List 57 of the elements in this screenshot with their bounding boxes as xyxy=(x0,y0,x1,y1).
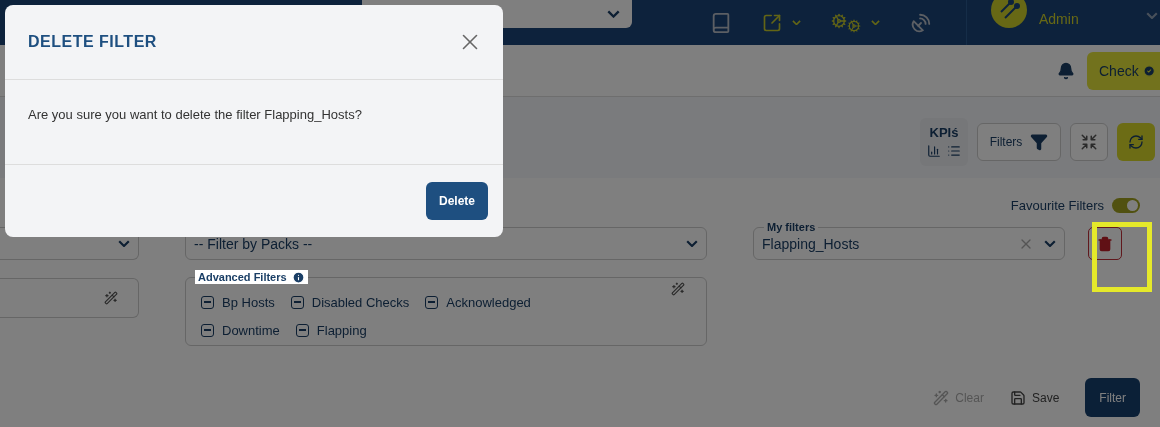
filter-icon xyxy=(1030,132,1049,151)
chevron-down-icon xyxy=(1044,239,1056,248)
info-icon[interactable] xyxy=(291,270,305,284)
minus-icon xyxy=(428,301,436,303)
checkbox[interactable] xyxy=(201,323,214,337)
wand-icon[interactable] xyxy=(104,291,118,305)
bell-icon[interactable] xyxy=(1057,61,1075,80)
minus-icon xyxy=(293,301,301,303)
chevron-down-icon[interactable] xyxy=(1146,12,1158,20)
refresh-button[interactable] xyxy=(1117,122,1155,161)
minus-icon xyxy=(298,329,306,331)
book-icon[interactable] xyxy=(710,11,732,34)
shrink-icon xyxy=(1080,132,1098,151)
chevron-down-icon xyxy=(118,239,130,248)
external-link-icon[interactable] xyxy=(762,12,782,33)
checkbox[interactable] xyxy=(295,323,309,337)
filters-button[interactable]: Filters xyxy=(977,122,1061,161)
dialog-title: DELETE FILTER xyxy=(28,33,157,51)
save-icon xyxy=(1009,389,1026,406)
user-name[interactable]: Admin xyxy=(1039,11,1079,27)
delete-button[interactable]: Delete xyxy=(425,182,488,220)
save-button[interactable]: Save xyxy=(1009,378,1060,417)
check-button[interactable]: Check xyxy=(1087,51,1160,90)
favourite-filters-label: Favourite Filters xyxy=(1010,198,1104,213)
my-filters-value: Flapping_Hosts xyxy=(762,235,861,252)
gears-icon[interactable] xyxy=(831,12,861,33)
user-avatar[interactable] xyxy=(991,0,1027,28)
checkbox-label: Disabled Checks xyxy=(311,294,410,310)
chevron-down-icon[interactable] xyxy=(871,19,880,26)
chevron-down-icon xyxy=(607,10,620,18)
filter-button[interactable]: Filter xyxy=(1085,378,1140,417)
checkbox[interactable] xyxy=(290,295,304,309)
checkbox-label: Flapping xyxy=(316,322,367,338)
trash-icon xyxy=(1097,235,1113,252)
wand-icon[interactable] xyxy=(671,282,685,296)
checkbox-label: Downtime xyxy=(222,322,280,338)
check-circle-icon xyxy=(1142,62,1155,79)
chevron-down-icon[interactable] xyxy=(792,19,801,26)
checkbox[interactable] xyxy=(425,295,439,309)
checkbox[interactable] xyxy=(201,295,214,309)
text-field[interactable] xyxy=(0,278,139,318)
refresh-icon xyxy=(1128,133,1144,150)
wand-icon xyxy=(933,389,950,406)
checkbox-label: Bp Hosts xyxy=(222,294,275,310)
minus-icon xyxy=(204,329,211,331)
my-filters-label: My filters xyxy=(764,220,819,234)
dialog-message: Are you sure you want to delete the filter Flapping_Hosts? xyxy=(28,107,362,122)
chart-icon[interactable] xyxy=(927,144,941,158)
satellite-dish-icon[interactable] xyxy=(910,11,932,34)
advanced-filters-label: Advanced Filters xyxy=(198,270,287,284)
checkbox-label: Acknowledged xyxy=(446,294,531,310)
minus-icon xyxy=(204,301,211,303)
kpis-toggle[interactable]: KPIś xyxy=(920,117,968,166)
favourite-toggle[interactable] xyxy=(1112,198,1140,213)
chevron-down-icon xyxy=(686,239,698,248)
list-icon[interactable] xyxy=(947,144,961,158)
collapse-button[interactable] xyxy=(1070,122,1108,161)
